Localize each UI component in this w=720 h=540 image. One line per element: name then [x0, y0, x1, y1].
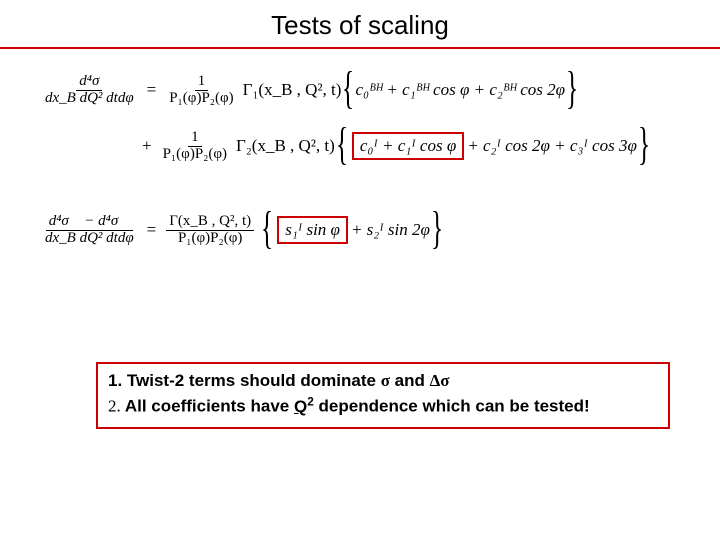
note2-text-c: dependence which can be tested! — [314, 397, 590, 416]
one-2: 1 — [188, 130, 202, 147]
sin-highlight: s₁ᴵ sin φ — [277, 216, 348, 244]
eq-row-2: + 1 P₁(φ)P₂(φ) Γ₂(x_B , Q², t) { c₀ᴵ + c… — [42, 123, 690, 169]
one-1: 1 — [195, 74, 209, 91]
note-line-2: 2. All coefficients have Q2 dependence w… — [108, 393, 658, 419]
brace-close-2: } — [638, 128, 650, 160]
note1-text-a: 1. Twist-2 terms should dominate — [108, 371, 381, 390]
i-rest-terms: + c₂ᴵ cos 2φ + c₃ᴵ cos 3φ — [467, 136, 637, 156]
note-line-1: 1. Twist-2 terms should dominate σ and Δ… — [108, 370, 658, 393]
brace-open-3: { — [261, 212, 273, 244]
equation-block: d⁴σ dx_B dQ² dtdφ = 1 P₁(φ)P₂(φ) Γ₁(x_B … — [0, 49, 720, 273]
gamma-frac: Γ(x_B , Q², t) P₁(φ)P₂(φ) — [166, 214, 254, 247]
gamma2: Γ₂(x_B , Q², t) — [236, 136, 335, 156]
plus-cont: + — [142, 136, 152, 156]
brace-open-1: { — [342, 72, 354, 104]
interference-highlight: c₀ᴵ + c₁ᴵ cos φ — [352, 132, 464, 160]
propagator-frac-1: 1 P₁(φ)P₂(φ) — [166, 74, 236, 107]
lhs2-num: d⁴σ⃗ − d⁴σ⃖ — [49, 213, 130, 229]
lhs2-den: dx_B dQ² dtdφ — [45, 230, 134, 246]
prop-3: P₁(φ)P₂(φ) — [175, 231, 245, 247]
note2-text-b: All coefficients have — [121, 397, 294, 416]
propagator-frac-2: 1 P₁(φ)P₂(φ) — [160, 130, 230, 163]
prop-2: P₁(φ)P₂(φ) — [160, 147, 230, 163]
notes-box: 1. Twist-2 terms should dominate σ and Δ… — [96, 362, 670, 429]
page-title: Tests of scaling — [0, 0, 720, 47]
note2-q: Q — [294, 397, 307, 416]
s-box-terms: s₁ᴵ sin φ — [285, 220, 340, 240]
lhs-fraction-2: d⁴σ⃗ − d⁴σ⃖ dx_B dQ² dtdφ — [42, 214, 137, 247]
note1-delta-sigma: Δσ — [430, 371, 450, 390]
gamma1: Γ₁(x_B , Q², t) — [243, 80, 342, 100]
note2-sup: 2 — [307, 394, 314, 408]
s-rest-terms: + s₂ᴵ sin 2φ — [351, 220, 430, 240]
eq-row-3: d⁴σ⃗ − d⁴σ⃖ dx_B dQ² dtdφ = Γ(x_B , Q², … — [42, 207, 690, 253]
note1-and: and — [390, 371, 430, 390]
bh-terms: c₀ᴮᴴ + c₁ᴮᴴ cos φ + c₂ᴮᴴ cos 2φ — [356, 80, 566, 100]
note1-sigma: σ — [381, 371, 390, 390]
i-box-terms: c₀ᴵ + c₁ᴵ cos φ — [360, 136, 456, 156]
brace-close-1: } — [566, 72, 578, 104]
gamma-num: Γ(x_B , Q², t) — [166, 214, 254, 231]
equals-2: = — [147, 220, 157, 240]
lhs-fraction-1: d⁴σ dx_B dQ² dtdφ — [42, 74, 137, 107]
prop-1: P₁(φ)P₂(φ) — [166, 91, 236, 107]
brace-close-3: } — [431, 212, 443, 244]
equals-1: = — [147, 80, 157, 100]
brace-open-2: { — [336, 128, 348, 160]
note2-num: 2. — [108, 397, 121, 416]
eq-row-1: d⁴σ dx_B dQ² dtdφ = 1 P₁(φ)P₂(φ) Γ₁(x_B … — [42, 67, 690, 113]
lhs1-den: dx_B dQ² dtdφ — [45, 90, 134, 106]
lhs1-num: d⁴σ — [79, 73, 99, 89]
